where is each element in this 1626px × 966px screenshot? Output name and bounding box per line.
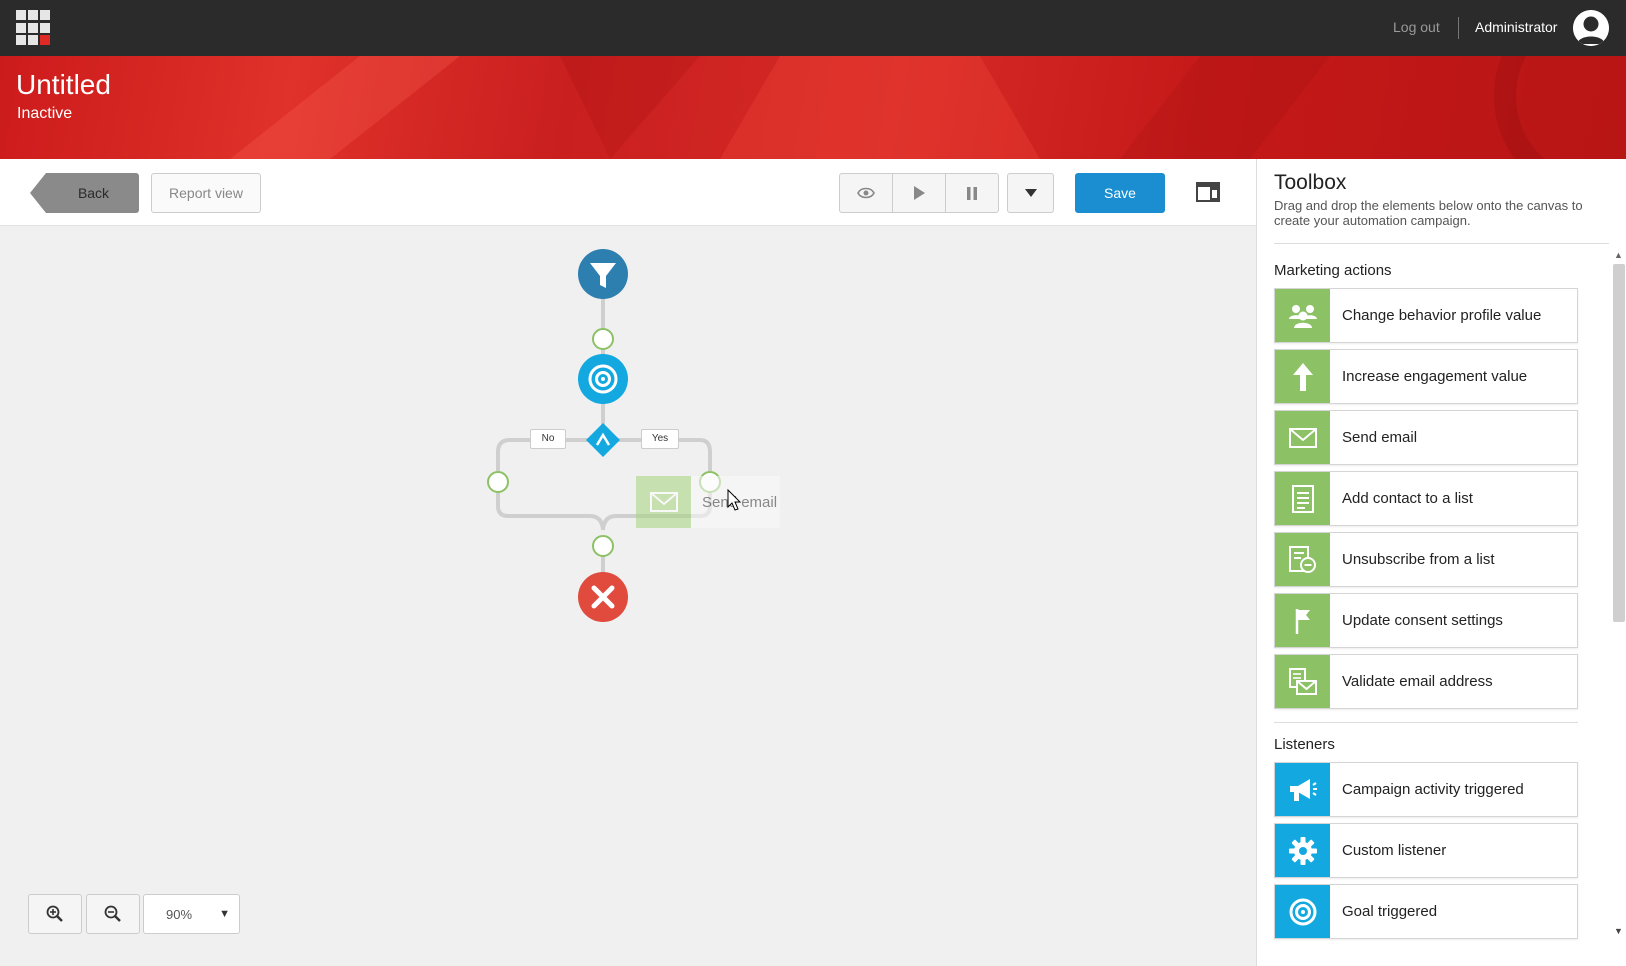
connector-point[interactable]: [592, 328, 614, 350]
panel-toggle-icon[interactable]: [1196, 181, 1220, 203]
cursor-icon: [727, 489, 742, 511]
list-remove-icon: [1275, 533, 1330, 586]
scroll-down-icon[interactable]: ▼: [1614, 926, 1623, 936]
caret-down-icon: ▼: [219, 908, 230, 920]
caret-down-icon: [1024, 189, 1037, 197]
flag-icon: [1275, 594, 1330, 647]
divider: [1274, 243, 1609, 244]
section-title-listeners: Listeners: [1274, 736, 1335, 753]
toolbox-panel: Toolbox Drag and drop the elements below…: [1256, 159, 1626, 966]
avatar[interactable]: [1573, 10, 1609, 46]
toolbox-item-label: Unsubscribe from a list: [1342, 551, 1495, 568]
pause-button[interactable]: [946, 174, 998, 212]
app-launcher-icon[interactable]: [16, 10, 52, 46]
zoom-in-icon: [46, 905, 63, 922]
dragged-send-email-item[interactable]: Send email: [636, 476, 780, 528]
eye-icon: [857, 187, 875, 199]
arrow-up-icon: [1275, 350, 1330, 403]
workflow-diagram: [487, 249, 721, 622]
toolbox-item-label: Change behavior profile value: [1342, 307, 1542, 324]
divider: [1274, 722, 1578, 723]
toolbox-item-label: Update consent settings: [1342, 612, 1503, 629]
toolbox-item-label: Increase engagement value: [1342, 368, 1528, 385]
zoom-out-icon: [104, 905, 121, 922]
toolbar: Back Report view Save: [0, 159, 1256, 226]
people-icon: [1275, 289, 1330, 342]
toolbox-item-add-contact-to-a-list[interactable]: Add contact to a list: [1274, 471, 1578, 526]
user-name[interactable]: Administrator: [1475, 19, 1557, 35]
divider: [1458, 17, 1459, 39]
validate-email-icon: [1275, 655, 1330, 708]
toolbox-description: Drag and drop the elements below onto th…: [1274, 198, 1583, 228]
scroll-up-icon[interactable]: ▲: [1614, 250, 1623, 260]
trigger-filter-node[interactable]: [578, 249, 628, 299]
play-icon: [914, 186, 925, 200]
toolbox-item-label: Campaign activity triggered: [1342, 781, 1524, 798]
toolbox-title: Toolbox: [1274, 171, 1347, 194]
goal-node[interactable]: [578, 354, 628, 404]
section-title-marketing-actions: Marketing actions: [1274, 262, 1392, 279]
envelope-icon: [1275, 411, 1330, 464]
end-node[interactable]: [578, 572, 628, 622]
back-button[interactable]: Back: [30, 173, 139, 213]
list-icon: [1275, 472, 1330, 525]
branch-yes-label: Yes: [641, 429, 679, 449]
zoom-level-select[interactable]: 90% ▼: [143, 894, 240, 934]
connector-point[interactable]: [592, 535, 614, 557]
toolbox-item-goal-triggered[interactable]: Goal triggered: [1274, 884, 1578, 939]
toolbox-item-update-consent-settings[interactable]: Update consent settings: [1274, 593, 1578, 648]
report-view-button[interactable]: Report view: [151, 173, 261, 213]
preview-button[interactable]: [840, 174, 893, 212]
toolbox-item-label: Add contact to a list: [1342, 490, 1473, 507]
more-actions-dropdown[interactable]: [1007, 173, 1054, 213]
zoom-out-button[interactable]: [86, 894, 140, 934]
target-icon: [1275, 885, 1330, 938]
zoom-in-button[interactable]: [28, 894, 82, 934]
toolbox-item-send-email[interactable]: Send email: [1274, 410, 1578, 465]
scrollbar-thumb[interactable]: [1613, 264, 1625, 622]
toolbox-item-custom-listener[interactable]: Custom listener: [1274, 823, 1578, 878]
toolbox-item-increase-engagement-value[interactable]: Increase engagement value: [1274, 349, 1578, 404]
toolbox-item-campaign-activity-triggered[interactable]: Campaign activity triggered: [1274, 762, 1578, 817]
gear-icon: [1275, 824, 1330, 877]
page-header: Untitled Inactive: [0, 56, 1626, 159]
save-button[interactable]: Save: [1075, 173, 1165, 213]
toolbox-item-label: Send email: [1342, 429, 1418, 446]
page-title: Untitled: [16, 69, 111, 100]
logout-link[interactable]: Log out: [1393, 19, 1440, 35]
toolbox-item-validate-email-address[interactable]: Validate email address: [1274, 654, 1578, 709]
toolbox-item-change-behavior-profile-value[interactable]: Change behavior profile value: [1274, 288, 1578, 343]
toolbox-item-unsubscribe-from-a-list[interactable]: Unsubscribe from a list: [1274, 532, 1578, 587]
toolbox-item-label: Custom listener: [1342, 842, 1447, 859]
workflow-canvas[interactable]: No Yes Send email 90% ▼: [0, 226, 1256, 966]
header-background: [230, 56, 1545, 159]
toolbox-scrollbar[interactable]: ▲ ▼: [1610, 248, 1626, 948]
connector-point-no[interactable]: [487, 471, 509, 493]
top-bar: Log out Administrator: [0, 0, 1626, 56]
megaphone-icon: [1275, 763, 1330, 816]
envelope-icon: [636, 476, 691, 528]
zoom-level-value: 90%: [166, 906, 193, 922]
condition-node[interactable]: [586, 423, 620, 457]
campaign-controls: [839, 173, 999, 213]
pause-icon: [967, 186, 977, 200]
toolbox-item-label: Goal triggered: [1342, 903, 1438, 920]
toolbox-item-label: Validate email address: [1342, 673, 1493, 690]
branch-no-label: No: [530, 429, 566, 449]
activate-button[interactable]: [893, 174, 946, 212]
toolbox-list[interactable]: Marketing actions Change behavior profil…: [1257, 245, 1611, 945]
status-badge: Inactive: [17, 105, 73, 122]
